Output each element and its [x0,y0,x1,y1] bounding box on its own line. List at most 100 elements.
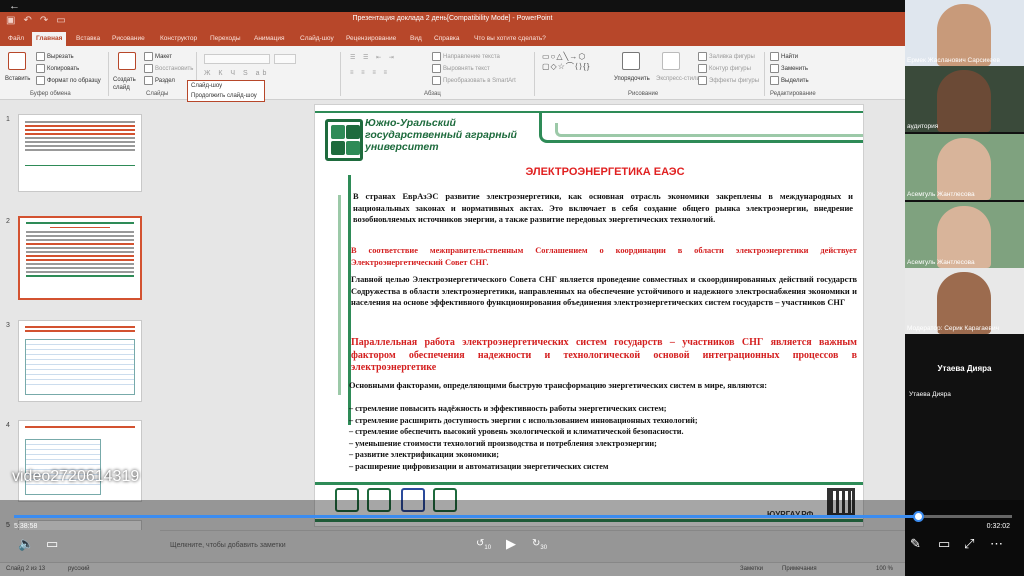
slide-canvas[interactable]: Южно-Уральский государственный аграрный … [314,104,864,527]
tab-view[interactable]: Вид [406,32,426,46]
section-icon [144,76,153,85]
video-id-label: video2720614319 [12,468,140,485]
seek-bar[interactable] [14,511,1012,522]
paste-icon[interactable] [8,52,26,70]
tab-home[interactable]: Главная [32,32,67,46]
participant-name: аудитория [907,123,939,130]
format-painter-button[interactable]: Формат по образцу [36,76,101,85]
slide-paragraph-1: В странах ЕврАзЭС развитие электроэнерге… [353,192,853,225]
font-format-buttons[interactable]: Ж К Ч S ab [204,70,269,77]
slide-paragraph-2: В соответствие межправительственным Согл… [351,246,857,267]
tab-review[interactable]: Рецензирование [342,32,400,46]
search-icon [770,52,779,61]
shape-effects-button[interactable]: Эффекты фигуры [698,76,759,85]
tab-slideshow[interactable]: Слайд-шоу [296,32,338,46]
play-icon[interactable]: ▶ [506,536,516,552]
university-logo [325,119,363,161]
section-button[interactable]: Раздел [144,76,175,85]
find-button[interactable]: Найти [770,52,798,61]
list-item: – уменьшение стоимости технологий произв… [349,438,657,448]
mute-icon[interactable]: 🔈 [18,536,34,552]
copy-button[interactable]: Копировать [36,64,79,73]
smartart-icon [432,76,441,85]
cut-button[interactable]: Вырезать [36,52,74,61]
participant-tile[interactable]: аудитория [905,66,1024,132]
tab-transitions[interactable]: Переходы [206,32,245,46]
captions-icon[interactable]: ▭ [46,536,58,552]
cursor-icon [770,76,779,85]
font-size-box[interactable] [274,54,296,64]
participant-tile[interactable]: Асемгуль Жантлесова [905,134,1024,200]
slide-thumbnail-2[interactable] [18,216,142,300]
tab-insert[interactable]: Вставка [72,32,104,46]
shapes-gallery[interactable]: ▭○△╲→⬡ ▢◇☆⌒⟨⟩{} [542,52,590,72]
tab-design[interactable]: Конструктор [156,32,201,46]
list-buttons[interactable]: ☰ ☰ ⇤ ⇥ [350,54,397,61]
list-item: – стремление повысить надёжность и эффек… [349,404,667,413]
tab-draw[interactable]: Рисование [108,32,149,46]
slide-paragraph-3: Главной целью Электроэнергетического Сов… [351,275,857,308]
replace-icon [770,64,779,73]
copy-icon [36,64,45,73]
tell-me-search[interactable]: Что вы хотите сделать? [470,32,550,46]
participant-name: Асемгуль Жантлесова [907,191,975,198]
fill-icon [698,52,707,61]
ribbon-tabs: Файл Главная Вставка Рисование Конструкт… [0,30,905,46]
dropdown-item-slideshow[interactable]: Слайд-шоу [188,81,264,91]
divider [108,52,109,96]
title-bar: ▣ ↶ ↷ ▭ Презентация доклада 2 день[Compa… [0,12,905,30]
new-slide-button[interactable]: Создать слайд [113,76,141,92]
shape-outline-button[interactable]: Контур фигуры [698,64,751,73]
slide-thumbnails-pane: 1 2 3 4 5 [0,100,160,530]
slide-paragraph-4: Параллельная работа электроэнергетически… [351,337,857,374]
participant-tile[interactable]: Ермек Жасланович Сарсикеев [905,0,1024,66]
slide-bullet-list: – стремление повысить надёжность и эффек… [349,403,859,472]
group-slides-label: Слайды [146,91,169,97]
divider [340,52,341,96]
rewind-button[interactable]: ↺10 [476,536,491,556]
quick-styles-icon[interactable] [662,52,680,70]
list-item: – развитие электрификации экономики; [349,450,499,459]
shape-fill-button[interactable]: Заливка фигуры [698,52,755,61]
forward-button[interactable]: ↻30 [532,536,547,556]
group-clipboard-label: Буфер обмена [30,91,71,97]
dropdown-item-continue[interactable]: Продолжить слайд-шоу [188,91,264,101]
outline-icon [698,64,707,73]
current-time: 5:38:58 [14,523,38,530]
replace-button[interactable]: Заменить [770,64,808,73]
select-button[interactable]: Выделить [770,76,809,85]
reset-button[interactable]: Восстановить [144,64,193,73]
participant-name: Асемгуль Жантлесова [907,259,975,266]
participant-tile[interactable]: Модератор: Серик Карагаевич [905,268,1024,334]
text-direction-button[interactable]: Направление текста [432,52,500,61]
participant-tile[interactable]: Асемгуль Жантлесова [905,202,1024,268]
slide-title: ЭЛЕКТРОЭНЕРГЕТИКА ЕАЭС [475,165,735,180]
group-editing-label: Редактирование [770,91,816,97]
slide-thumbnail-1[interactable] [18,114,142,192]
top-strip: ← [0,0,905,12]
back-arrow-icon[interactable]: ← [9,0,20,12]
smartart-button[interactable]: Преобразовать в SmartArt [432,76,516,85]
new-slide-icon[interactable] [118,52,136,70]
fullscreen-icon[interactable]: ⤢ [964,536,974,552]
arrange-button[interactable]: Упорядочить [614,76,650,82]
tab-file[interactable]: Файл [4,32,28,46]
align-buttons[interactable]: ≡ ≡ ≡ ≡ [350,70,390,76]
screen-icon[interactable]: ▭ [938,536,950,552]
quick-styles-button[interactable]: Экспресс-стили [656,76,700,82]
list-item: – стремление расширить доступность энерг… [349,415,698,425]
edit-icon[interactable]: ✎ [910,536,921,552]
more-options-icon[interactable]: ⋯ [990,536,1003,552]
effects-icon [698,76,707,85]
tab-animations[interactable]: Анимация [250,32,289,46]
slide-thumbnail-3[interactable] [18,320,142,402]
slideshow-dropdown[interactable]: Слайд-шоу Продолжить слайд-шоу [187,80,265,102]
paste-button[interactable]: Вставить [5,76,30,82]
layout-button[interactable]: Макет [144,52,172,61]
slide-thumbnail-4[interactable] [18,420,142,502]
participant-name: Ермек Жасланович Сарсикеев [907,57,1000,64]
align-text-button[interactable]: Выровнять текст [432,64,490,73]
arrange-icon[interactable] [622,52,640,70]
font-name-box[interactable] [204,54,270,64]
tab-help[interactable]: Справка [430,32,464,46]
